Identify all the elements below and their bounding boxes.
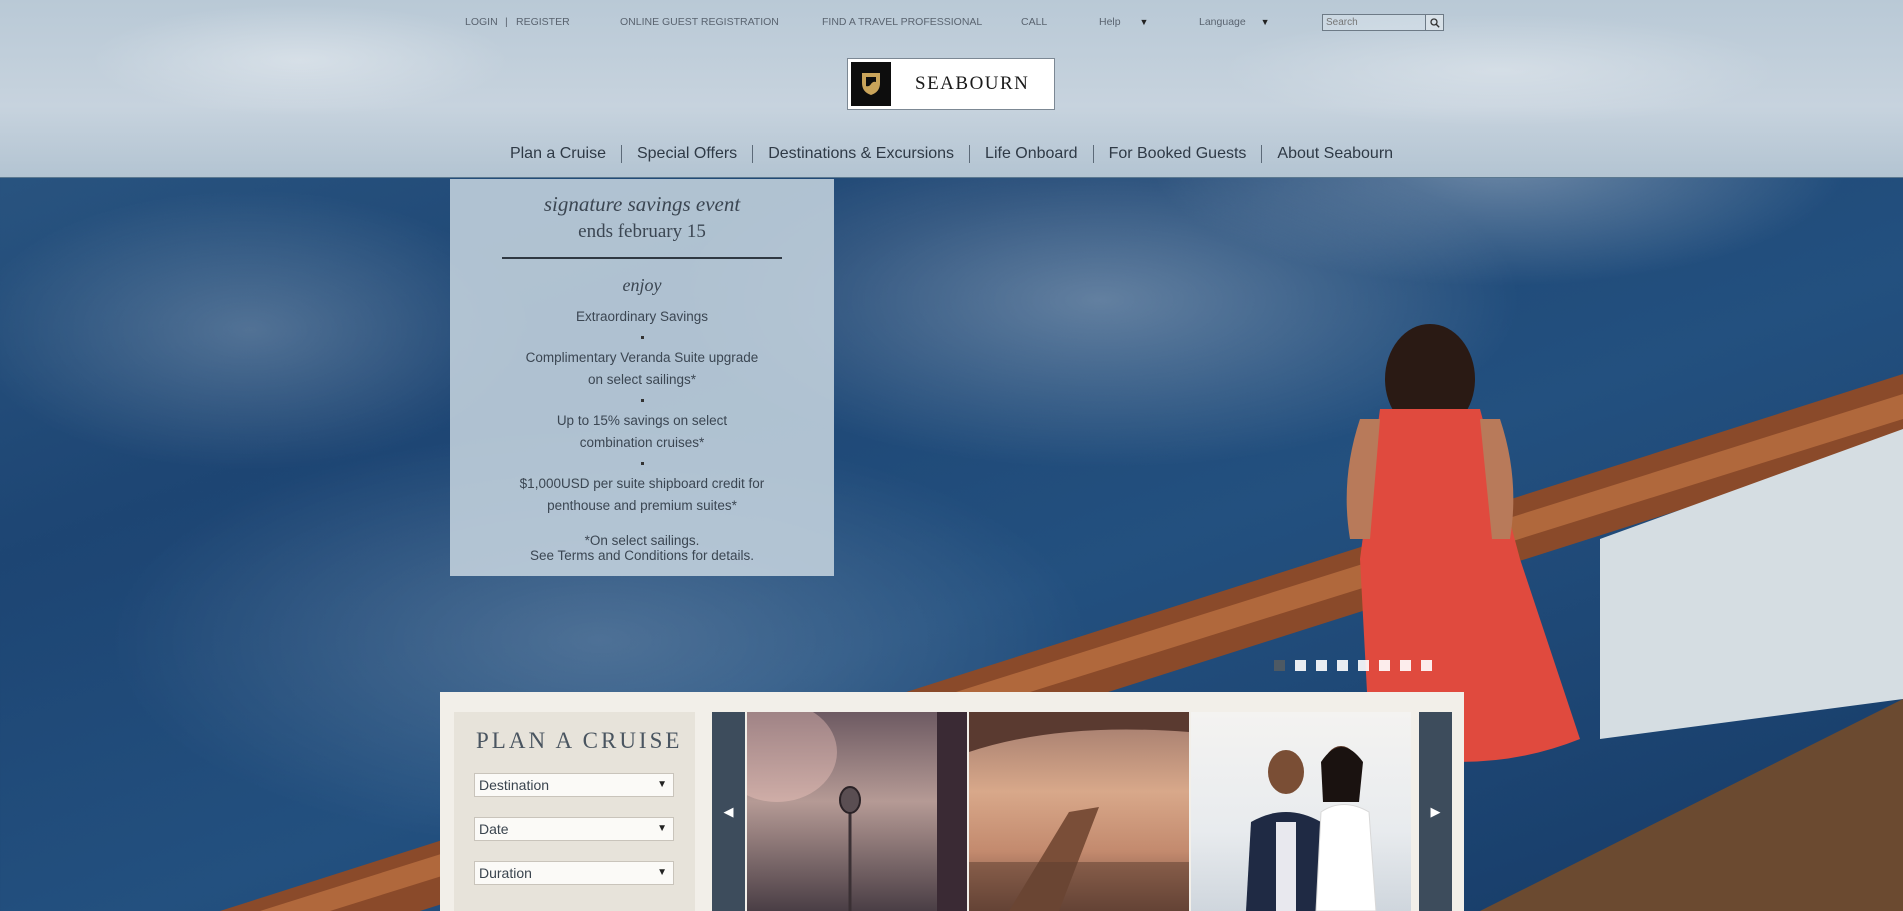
arrow-right-icon: ▶ — [1430, 803, 1441, 819]
slider-dot-1[interactable] — [1274, 660, 1285, 671]
feature-carousel: ◀ ▶ — [712, 712, 1452, 911]
benefit-upgrade-line2: on select sailings* — [587, 372, 697, 387]
nav-plan-a-cruise[interactable]: Plan a Cruise — [495, 145, 622, 163]
language-label: Language — [1199, 16, 1246, 28]
slider-dot-4[interactable] — [1337, 660, 1348, 671]
carousel-slide-deck[interactable] — [969, 712, 1189, 911]
promo-divider — [502, 257, 782, 259]
plan-a-cruise-form: PLAN A CRUISE Destination ▼ Date ▼ Durat… — [454, 712, 695, 911]
terms-line1: *On select sailings. — [584, 533, 700, 548]
promo-panel[interactable]: signature savings event ends february 15… — [450, 179, 834, 576]
promo-subtitle: ends february 15 — [578, 221, 706, 242]
promo-title: signature savings event — [543, 192, 741, 216]
duration-label: Duration — [479, 865, 532, 881]
destination-label: Destination — [479, 777, 550, 793]
carousel-slide-microphone[interactable] — [747, 712, 967, 911]
help-menu[interactable]: Help ▼ — [1099, 16, 1148, 28]
date-select[interactable]: Date ▼ — [474, 817, 674, 841]
benefit-combination-line2: combination cruises* — [579, 435, 705, 450]
main-nav: Plan a Cruise Special Offers Destination… — [0, 145, 1903, 163]
destination-select[interactable]: Destination ▼ — [474, 773, 674, 797]
date-label: Date — [479, 821, 509, 837]
couple-image — [1246, 746, 1377, 911]
utility-nav: LOGIN | REGISTER ONLINE GUEST REGISTRATI… — [0, 16, 1903, 30]
nav-about-seabourn[interactable]: About Seabourn — [1262, 145, 1408, 163]
slider-dot-5[interactable] — [1358, 660, 1369, 671]
utility-separator: | — [505, 16, 508, 28]
arrow-left-icon: ◀ — [723, 803, 734, 819]
online-guest-registration-link[interactable]: ONLINE GUEST REGISTRATION — [620, 16, 779, 28]
carousel-slide-couple[interactable] — [1191, 712, 1411, 911]
find-travel-professional-link[interactable]: FIND A TRAVEL PROFESSIONAL — [822, 16, 982, 28]
microphone-image — [747, 712, 967, 911]
brand-name: SEABOURN — [915, 73, 1030, 94]
ship-deck-image — [969, 712, 1189, 911]
slider-dot-3[interactable] — [1316, 660, 1327, 671]
slider-dots — [1274, 660, 1432, 671]
search-input[interactable] — [1323, 15, 1425, 30]
promo-enjoy: enjoy — [622, 275, 662, 295]
promo-benefits: Extraordinary Savings Complimentary Vera… — [450, 306, 834, 517]
chevron-down-icon: ▼ — [1260, 17, 1270, 27]
benefit-savings: Extraordinary Savings — [575, 309, 709, 324]
slider-dot-2[interactable] — [1295, 660, 1306, 671]
carousel-next-button[interactable]: ▶ — [1419, 712, 1452, 911]
chevron-down-icon: ▼ — [657, 867, 667, 878]
call-link[interactable]: CALL — [1021, 16, 1047, 28]
nav-life-onboard[interactable]: Life Onboard — [970, 145, 1094, 163]
duration-select[interactable]: Duration ▼ — [474, 861, 674, 885]
promo-terms: *On select sailings. See Terms and Condi… — [450, 533, 834, 563]
slider-dot-8[interactable] — [1421, 660, 1432, 671]
bullet — [640, 399, 644, 402]
search-icon — [1429, 17, 1440, 28]
slider-dot-7[interactable] — [1400, 660, 1411, 671]
search-button[interactable] — [1425, 15, 1443, 30]
benefit-credit-line1: $1,000USD per suite shipboard credit for — [519, 476, 765, 491]
chevron-down-icon: ▼ — [1139, 17, 1149, 27]
plan-title: PLAN A CRUISE — [476, 728, 683, 753]
search-box — [1322, 14, 1444, 31]
benefit-credit-line2: penthouse and premium suites* — [547, 498, 737, 513]
benefit-upgrade-line1: Complimentary Veranda Suite upgrade — [525, 350, 759, 365]
nav-for-booked-guests[interactable]: For Booked Guests — [1094, 145, 1263, 163]
bullet — [640, 336, 644, 339]
chevron-down-icon: ▼ — [657, 779, 667, 790]
seabourn-logo[interactable]: SEABOURN — [847, 58, 1055, 110]
slider-dot-6[interactable] — [1379, 660, 1390, 671]
shield-logo-icon — [851, 62, 891, 106]
login-link[interactable]: LOGIN — [465, 16, 498, 28]
benefit-combination-line1: Up to 15% savings on select — [556, 413, 728, 428]
language-menu[interactable]: Language ▼ — [1199, 16, 1270, 28]
carousel-prev-button[interactable]: ◀ — [712, 712, 745, 911]
bullet — [640, 462, 644, 465]
nav-destinations-excursions[interactable]: Destinations & Excursions — [753, 145, 971, 163]
plan-a-cruise-section: PLAN A CRUISE Destination ▼ Date ▼ Durat… — [440, 692, 1464, 911]
help-label: Help — [1099, 16, 1121, 28]
register-link[interactable]: REGISTER — [516, 16, 570, 28]
nav-special-offers[interactable]: Special Offers — [622, 145, 754, 163]
terms-line2[interactable]: See Terms and Conditions for details. — [450, 548, 834, 563]
chevron-down-icon: ▼ — [657, 823, 667, 834]
